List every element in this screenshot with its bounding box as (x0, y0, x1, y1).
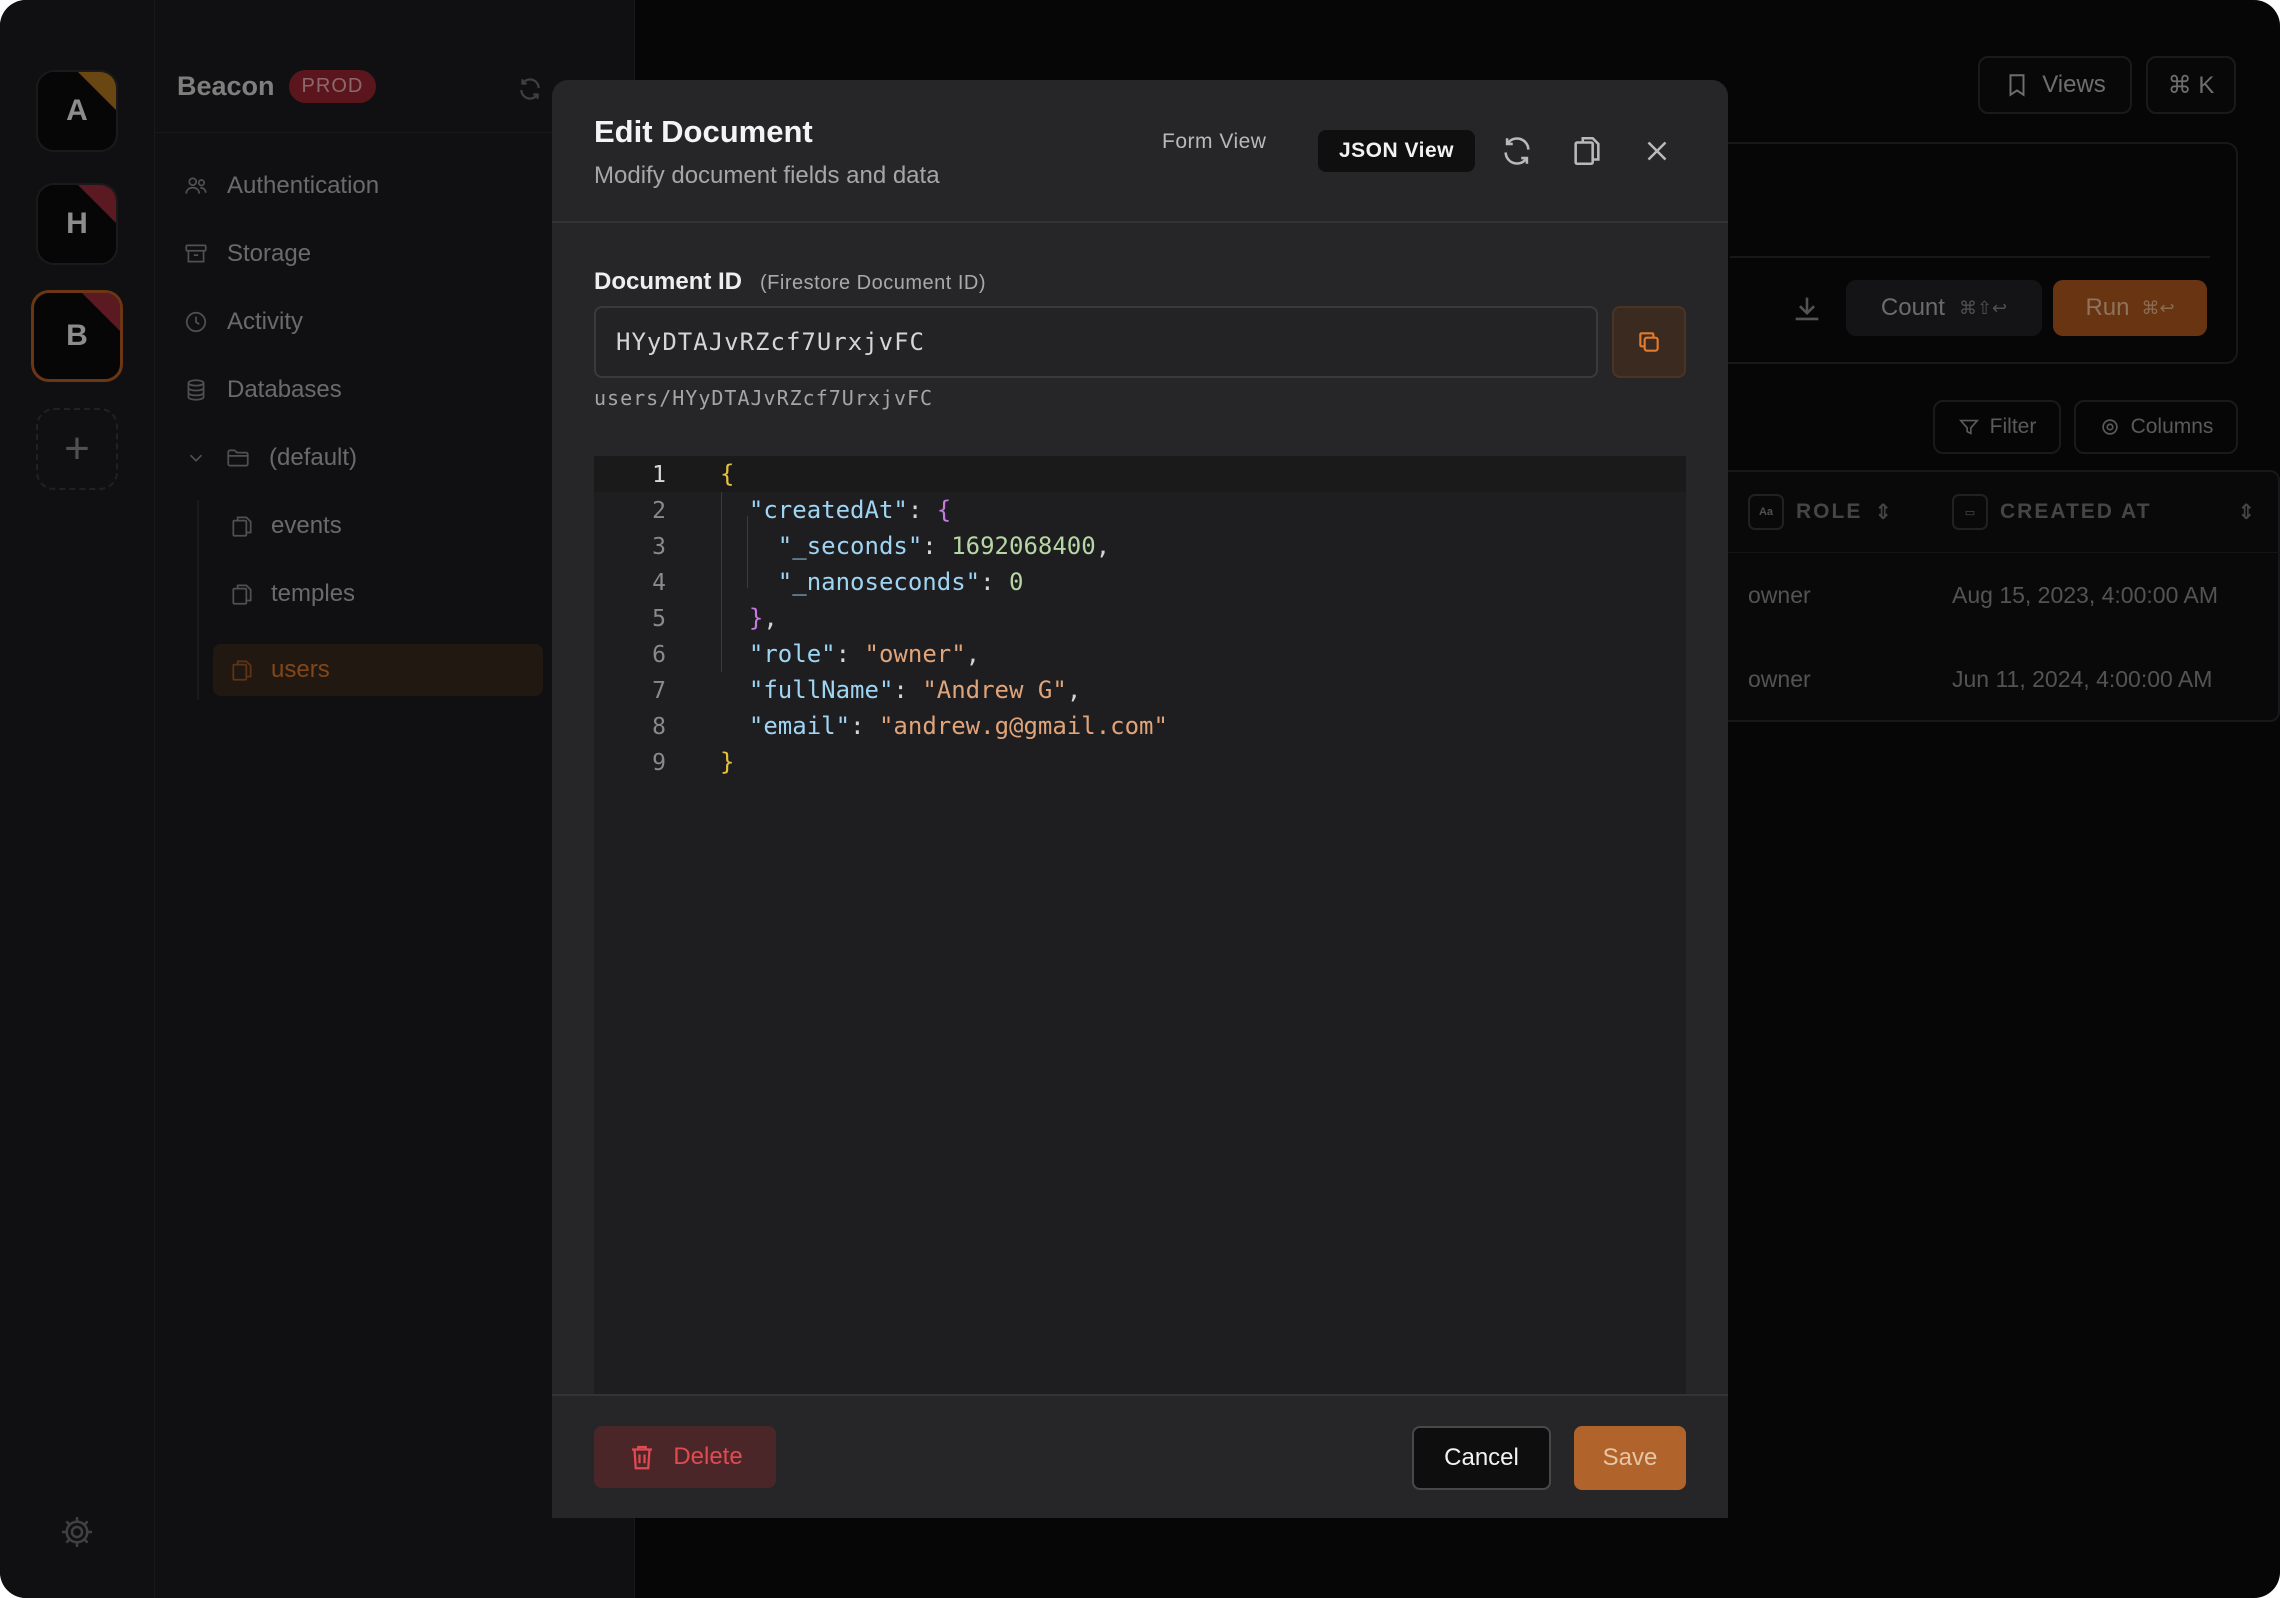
modal-title: Edit Document (594, 114, 813, 149)
trash-icon (632, 1445, 653, 1470)
app-window: A H B + Beacon PROD Authentication Stora… (0, 0, 2280, 1598)
json-view-tab[interactable]: JSON View (1318, 130, 1475, 172)
delete-button[interactable]: Delete (594, 1426, 776, 1488)
document-id-hint: (Firestore Document ID) (760, 272, 986, 294)
line-number: 6 (652, 642, 666, 668)
document-id-label: Document ID (594, 268, 743, 295)
code-line: }, (748, 604, 778, 632)
code-line: "email": "andrew.g@gmail.com" (748, 712, 1168, 740)
delete-label: Delete (673, 1443, 743, 1470)
json-editor[interactable]: 1 2 3 4 5 6 7 8 9 { "createdAt": { "_sec… (594, 456, 1686, 1394)
code-line: { (720, 460, 735, 488)
line-number: 9 (652, 750, 666, 776)
code-line: "role": "owner", (748, 640, 981, 668)
cancel-button[interactable]: Cancel (1412, 1426, 1551, 1490)
line-number: 2 (652, 498, 666, 524)
line-number: 7 (652, 678, 666, 704)
copy-icon (1639, 332, 1659, 352)
close-icon[interactable] (1640, 134, 1674, 168)
modal-subtitle: Modify document fields and data (594, 162, 940, 189)
code-line: "_nanoseconds": 0 (777, 568, 1024, 596)
copy-id-button[interactable] (1612, 306, 1686, 378)
form-view-tab[interactable]: Form View (1162, 130, 1266, 154)
refresh-icon[interactable] (1500, 134, 1534, 168)
json-code: { "createdAt": { "_seconds": 1692068400,… (720, 456, 1168, 780)
line-number: 3 (652, 534, 666, 560)
line-number: 1 (652, 462, 666, 488)
code-line: "fullName": "Andrew G", (748, 676, 1082, 704)
edit-document-modal: Edit Document Modify document fields and… (552, 80, 1728, 1518)
document-id-input[interactable]: HYyDTAJvRZcf7UrxjvFC (594, 306, 1598, 378)
code-line: } (720, 748, 735, 776)
line-number: 5 (652, 606, 666, 632)
code-line: "_seconds": 1692068400, (777, 532, 1111, 560)
line-number: 8 (652, 714, 666, 740)
code-line: "createdAt": { (748, 496, 952, 524)
save-button[interactable]: Save (1574, 1426, 1686, 1490)
copy-icon[interactable] (1570, 134, 1604, 168)
document-path: users/HYyDTAJvRZcf7UrxjvFC (594, 386, 934, 410)
line-number: 4 (652, 570, 666, 596)
